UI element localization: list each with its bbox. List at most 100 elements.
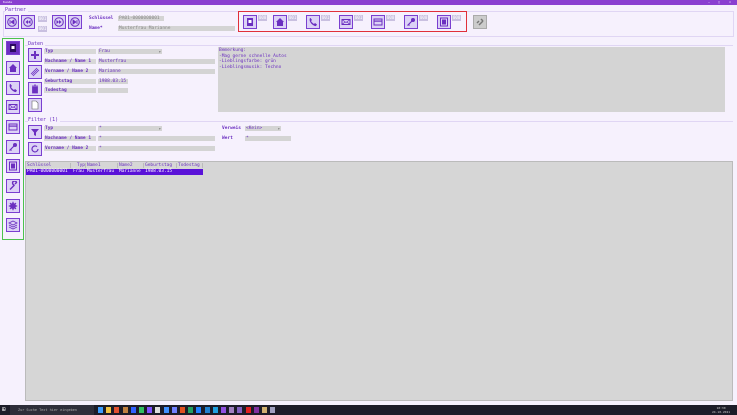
taskbar-search[interactable]: Zur Suche Text hier eingeben xyxy=(10,405,94,415)
column-header-schluessel[interactable]: Schlüssel xyxy=(27,163,71,168)
wert-field[interactable]: * xyxy=(245,136,291,141)
sidebar-home-button[interactable] xyxy=(6,61,20,75)
last-record-button[interactable] xyxy=(68,15,82,29)
delete-button[interactable] xyxy=(28,82,42,96)
pencil-icon xyxy=(30,67,40,77)
sidebar-key-button[interactable] xyxy=(6,140,20,154)
skip-first-icon xyxy=(7,17,17,27)
typ-select[interactable]: Frau xyxy=(98,49,162,54)
next-record-button[interactable] xyxy=(52,15,66,29)
add-button[interactable] xyxy=(28,48,42,62)
taskbar-app-icon[interactable] xyxy=(122,407,128,413)
new-document-button[interactable] xyxy=(28,98,42,112)
category-phone-button[interactable] xyxy=(306,15,320,29)
taskbar-app-icon[interactable] xyxy=(163,407,169,413)
taskbar-app-icon[interactable] xyxy=(212,407,218,413)
partner-group-label: Partner xyxy=(5,7,29,13)
category-key-button[interactable] xyxy=(404,15,418,29)
taskbar-app-icon[interactable] xyxy=(98,407,103,413)
daten-group-label: Daten xyxy=(28,41,46,47)
filter-typ-label: Typ xyxy=(44,126,96,131)
window-title: Kunde xyxy=(3,0,13,4)
sidebar-phone-button[interactable] xyxy=(6,81,20,95)
blank-page-icon xyxy=(31,100,39,110)
geburtstag-field[interactable]: 1988.03.15 xyxy=(98,79,128,84)
bemerkung-textarea[interactable]: Bemerkung: -Mag gerne schnelle Autos -Li… xyxy=(218,47,725,112)
column-header-typ[interactable]: Typ xyxy=(72,163,86,168)
taskbar-app-icon[interactable] xyxy=(114,407,120,413)
minimize-button[interactable]: – xyxy=(705,0,713,5)
typ-label: Typ xyxy=(44,49,96,54)
sidebar-contact-card-button[interactable] xyxy=(6,41,20,55)
taskbar-app-icon[interactable] xyxy=(106,407,112,413)
filter-vorname-field[interactable]: * xyxy=(98,146,215,151)
nachname-field[interactable]: Musterfrau xyxy=(98,59,215,64)
taskbar-app-icon[interactable] xyxy=(253,407,259,413)
column-header-geburtstag[interactable]: Geburtstag xyxy=(145,163,177,168)
vorname-field[interactable]: Marianne xyxy=(98,69,215,74)
results-table xyxy=(25,161,733,401)
column-header-name2[interactable]: Name2 xyxy=(119,163,144,168)
edit-button[interactable] xyxy=(28,65,42,79)
sidebar-layers-button[interactable] xyxy=(6,218,20,232)
sidebar-gear-button[interactable] xyxy=(6,199,20,213)
taskbar-app-icon[interactable] xyxy=(221,407,226,413)
taskbar-app-icon[interactable] xyxy=(147,407,153,413)
mail-icon xyxy=(341,19,351,25)
taskbar-app-icon[interactable] xyxy=(155,407,161,413)
taskbar-app-icon[interactable] xyxy=(139,407,144,413)
start-button[interactable]: ⊞ xyxy=(2,407,8,413)
contact-card-icon xyxy=(247,18,253,26)
previous-record-button[interactable] xyxy=(21,15,35,29)
first-record-button[interactable] xyxy=(5,15,19,29)
filter-button[interactable] xyxy=(28,125,42,139)
category-contact-card-button[interactable] xyxy=(243,15,257,29)
link-button[interactable] xyxy=(473,15,487,29)
taskbar-app-icon[interactable] xyxy=(171,407,177,413)
taskbar-app-icon[interactable] xyxy=(130,407,136,413)
close-button[interactable]: ✕ xyxy=(726,0,734,5)
category-home-button[interactable] xyxy=(273,15,287,29)
todestag-field[interactable] xyxy=(98,88,128,93)
document-icon xyxy=(9,161,17,171)
filter-typ-select[interactable]: * xyxy=(98,126,162,131)
sidebar-mail-button[interactable] xyxy=(6,100,20,114)
reset-filter-button[interactable] xyxy=(28,142,42,156)
mail-icon xyxy=(8,104,18,110)
taskbar-app-icon[interactable] xyxy=(196,407,202,413)
taskbar-app-icon[interactable] xyxy=(262,407,267,413)
name-field[interactable]: Musterfrau Marianne xyxy=(118,26,235,31)
taskbar-app-icon[interactable] xyxy=(237,407,243,413)
category-mail-button[interactable] xyxy=(339,15,353,29)
maximize-button[interactable]: □ xyxy=(715,0,723,5)
sidebar-credit-card-button[interactable] xyxy=(6,120,20,134)
category-document-button[interactable] xyxy=(437,15,451,29)
filter-nachname-label: Nachname / Name 1 xyxy=(44,136,96,141)
title-bar: Kunde xyxy=(0,0,737,5)
taskbar-app-icon[interactable] xyxy=(180,407,185,413)
taskbar-app-icon[interactable] xyxy=(188,407,194,413)
column-header-name1[interactable]: Name1 xyxy=(87,163,118,168)
schluessel-field[interactable]: PA01-0000000001 xyxy=(118,16,164,21)
key-icon xyxy=(9,143,17,151)
table-row[interactable]: PA01-0000000001 Frau Musterfrau Marianne 198… xyxy=(26,169,203,175)
taskbar-clock[interactable]: 10:30 24.10.2021 xyxy=(712,406,730,414)
phone-icon xyxy=(309,18,317,27)
taskbar-app-icon[interactable] xyxy=(270,407,276,413)
filter-nachname-field[interactable]: * xyxy=(98,136,215,141)
credit-card-icon xyxy=(8,123,18,131)
funnel-icon xyxy=(31,129,39,136)
gear-icon xyxy=(8,201,18,211)
taskbar-app-icon[interactable] xyxy=(245,407,251,413)
category-credit-card-button[interactable] xyxy=(371,15,385,29)
link-icon xyxy=(476,18,484,26)
verweis-select[interactable]: <Kein> xyxy=(245,126,281,131)
todestag-label: Todestag xyxy=(44,88,96,93)
sidebar-document-button[interactable] xyxy=(6,159,20,173)
taskbar-app-icon[interactable] xyxy=(229,407,235,413)
sidebar-wrench-button[interactable] xyxy=(6,179,20,193)
category-count: 000 xyxy=(452,15,462,21)
filter-group-label: Filter (1) xyxy=(28,117,61,123)
taskbar-app-icon[interactable] xyxy=(204,407,210,413)
column-header-todestag[interactable]: Todestag xyxy=(178,163,203,168)
